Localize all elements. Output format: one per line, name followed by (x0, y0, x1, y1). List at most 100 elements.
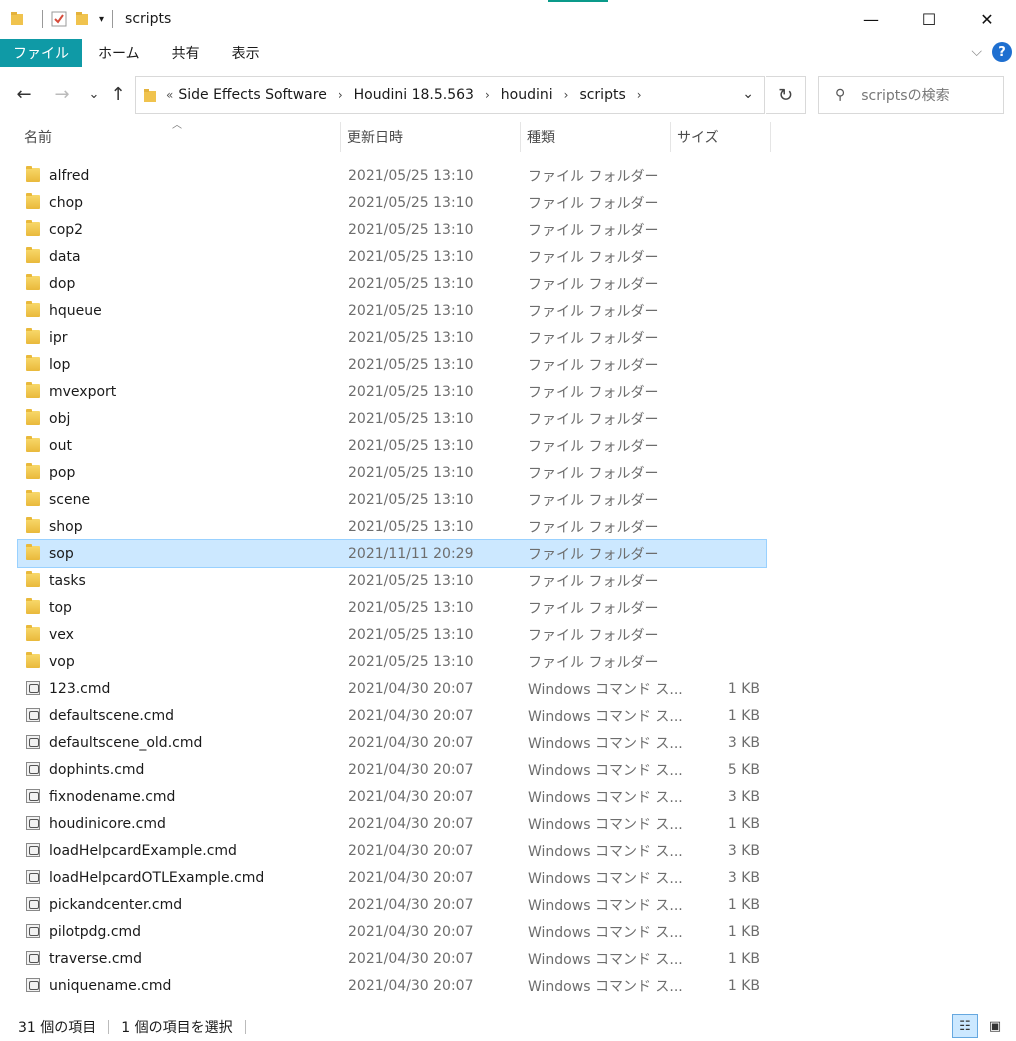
file-row[interactable]: pickandcenter.cmd 2021/04/30 20:07 Windows… (18, 891, 766, 918)
chevron-right-icon[interactable]: › (485, 88, 490, 102)
forward-button[interactable]: → (50, 82, 74, 106)
file-name: chop (49, 194, 84, 211)
folder-icon (26, 301, 40, 317)
folder-icon (26, 544, 40, 560)
file-name: scene (49, 491, 91, 508)
chevron-right-icon[interactable]: › (564, 88, 569, 102)
large-icons-view-icon[interactable]: ▣ (982, 1014, 1008, 1038)
folder-icon (26, 382, 40, 398)
minimize-button[interactable]: — (842, 0, 900, 38)
quick-access-dropdown-icon[interactable]: ▾ (99, 14, 104, 25)
file-row[interactable]: fixnodename.cmd 2021/04/30 20:07 Windows コ… (18, 783, 766, 810)
file-row[interactable]: uniquename.cmd 2021/04/30 20:07 Windows コマ… (18, 972, 766, 999)
folder-icon (26, 193, 40, 209)
folder-row[interactable]: shop 2021/05/25 13:10 ファイル フォルダー (18, 513, 766, 540)
file-date: 2021/05/25 13:10 (348, 572, 474, 589)
folder-row[interactable]: hqueue 2021/05/25 13:10 ファイル フォルダー (18, 297, 766, 324)
file-type: ファイル フォルダー (528, 249, 659, 266)
breadcrumb-scripts[interactable]: scripts (579, 87, 625, 103)
file-name: pickandcenter.cmd (49, 896, 183, 913)
recent-locations-button[interactable]: ⌄ (82, 82, 106, 106)
folder-row[interactable]: alfred 2021/05/25 13:10 ファイル フォルダー (18, 162, 766, 189)
search-box[interactable]: ⚲ scriptsの検索 (818, 76, 1004, 114)
close-button[interactable]: ✕ (958, 0, 1016, 38)
file-date: 2021/05/25 13:10 (348, 518, 474, 535)
back-button[interactable]: ← (12, 82, 36, 106)
breadcrumb-side-effects[interactable]: Side Effects Software (178, 87, 326, 103)
folder-row[interactable]: scene 2021/05/25 13:10 ファイル フォルダー (18, 486, 766, 513)
column-header-type[interactable]: 種類 (521, 122, 671, 152)
cmd-file-icon (26, 816, 40, 830)
file-name: sop (49, 545, 74, 562)
details-view-icon[interactable]: ☷ (952, 1014, 978, 1038)
file-row[interactable]: dophints.cmd 2021/04/30 20:07 Windows コマンド… (18, 756, 766, 783)
address-bar[interactable]: « Side Effects Software › Houdini 18.5.5… (135, 76, 765, 114)
folder-row[interactable]: top 2021/05/25 13:10 ファイル フォルダー (18, 594, 766, 621)
cmd-file-icon (26, 681, 40, 695)
file-row[interactable]: 123.cmd 2021/04/30 20:07 Windows コマンド ス...… (18, 675, 766, 702)
maximize-button[interactable]: ☐ (900, 0, 958, 38)
folder-row[interactable]: mvexport 2021/05/25 13:10 ファイル フォルダー (18, 378, 766, 405)
folder-row[interactable]: obj 2021/05/25 13:10 ファイル フォルダー (18, 405, 766, 432)
folder-icon[interactable] (10, 11, 26, 27)
folder-row[interactable]: ipr 2021/05/25 13:10 ファイル フォルダー (18, 324, 766, 351)
cmd-file-icon (26, 789, 40, 803)
properties-check-icon[interactable] (51, 11, 67, 27)
file-row[interactable]: houdinicore.cmd 2021/04/30 20:07 Windows コ… (18, 810, 766, 837)
folder-row[interactable]: pop 2021/05/25 13:10 ファイル フォルダー (18, 459, 766, 486)
file-row[interactable]: loadHelpcardOTLExample.cmd 2021/04/30 20:… (18, 864, 766, 891)
file-row[interactable]: pilotpdg.cmd 2021/04/30 20:07 Windows コマンド… (18, 918, 766, 945)
refresh-button[interactable]: ↻ (766, 76, 806, 114)
file-date: 2021/05/25 13:10 (348, 194, 474, 211)
column-header-size[interactable]: サイズ (671, 122, 771, 152)
status-bar: 31 個の項目 1 個の項目を選択 ☷ ▣ (0, 1014, 1016, 1040)
breadcrumb-houdini[interactable]: houdini (501, 87, 553, 103)
folder-row[interactable]: out 2021/05/25 13:10 ファイル フォルダー (18, 432, 766, 459)
breadcrumb-overflow[interactable]: « (166, 88, 173, 102)
column-header-date[interactable]: 更新日時 (341, 122, 521, 152)
file-name: loadHelpcardExample.cmd (49, 842, 237, 859)
chevron-down-icon[interactable]: ⌄ (742, 86, 754, 102)
chevron-right-icon[interactable]: › (637, 88, 642, 102)
breadcrumb-houdini-version[interactable]: Houdini 18.5.563 (354, 87, 474, 103)
folder-row[interactable]: chop 2021/05/25 13:10 ファイル フォルダー (18, 189, 766, 216)
folder-icon (26, 436, 40, 452)
file-row[interactable]: defaultscene.cmd 2021/04/30 20:07 Windows … (18, 702, 766, 729)
file-type: Windows コマンド ス... (528, 843, 683, 860)
file-row[interactable]: loadHelpcardExample.cmd 2021/04/30 20:07 W… (18, 837, 766, 864)
chevron-right-icon[interactable]: › (338, 88, 343, 102)
file-list: alfred 2021/05/25 13:10 ファイル フォルダー chop 2021… (17, 162, 767, 999)
expand-ribbon-icon[interactable]: ⌵ (971, 44, 982, 60)
tab-home[interactable]: ホーム (82, 38, 156, 68)
tab-file[interactable]: ファイル (0, 39, 82, 67)
folder-row[interactable]: vex 2021/05/25 13:10 ファイル フォルダー (18, 621, 766, 648)
cmd-file-icon (26, 708, 40, 722)
folder-row[interactable]: dop 2021/05/25 13:10 ファイル フォルダー (18, 270, 766, 297)
folder-row[interactable]: cop2 2021/05/25 13:10 ファイル フォルダー (18, 216, 766, 243)
file-name: out (49, 437, 72, 454)
folder-icon (26, 598, 40, 614)
folder-row[interactable]: sop 2021/11/11 20:29 ファイル フォルダー (17, 539, 767, 568)
file-row[interactable]: traverse.cmd 2021/04/30 20:07 Windows コマンド… (18, 945, 766, 972)
file-type: ファイル フォルダー (528, 465, 659, 482)
folder-row[interactable]: vop 2021/05/25 13:10 ファイル フォルダー (18, 648, 766, 675)
file-type: Windows コマンド ス... (528, 951, 683, 968)
file-date: 2021/04/30 20:07 (348, 950, 474, 967)
help-icon[interactable]: ? (992, 42, 1012, 62)
folder-icon (26, 355, 40, 371)
tab-view[interactable]: 表示 (216, 38, 276, 68)
column-header-name[interactable]: 名前 (18, 122, 341, 152)
folder-row[interactable]: tasks 2021/05/25 13:10 ファイル フォルダー (18, 567, 766, 594)
folder-icon (26, 490, 40, 506)
tab-share[interactable]: 共有 (156, 38, 216, 68)
file-name: dop (49, 275, 76, 292)
folder-icon (26, 166, 40, 182)
up-button[interactable]: ↑ (106, 82, 130, 106)
file-date: 2021/04/30 20:07 (348, 842, 474, 859)
file-date: 2021/04/30 20:07 (348, 707, 474, 724)
folder-row[interactable]: data 2021/05/25 13:10 ファイル フォルダー (18, 243, 766, 270)
file-row[interactable]: defaultscene_old.cmd 2021/04/30 20:07 Wind… (18, 729, 766, 756)
file-name: uniquename.cmd (49, 977, 172, 994)
new-folder-icon[interactable] (75, 11, 91, 27)
folder-row[interactable]: lop 2021/05/25 13:10 ファイル フォルダー (18, 351, 766, 378)
